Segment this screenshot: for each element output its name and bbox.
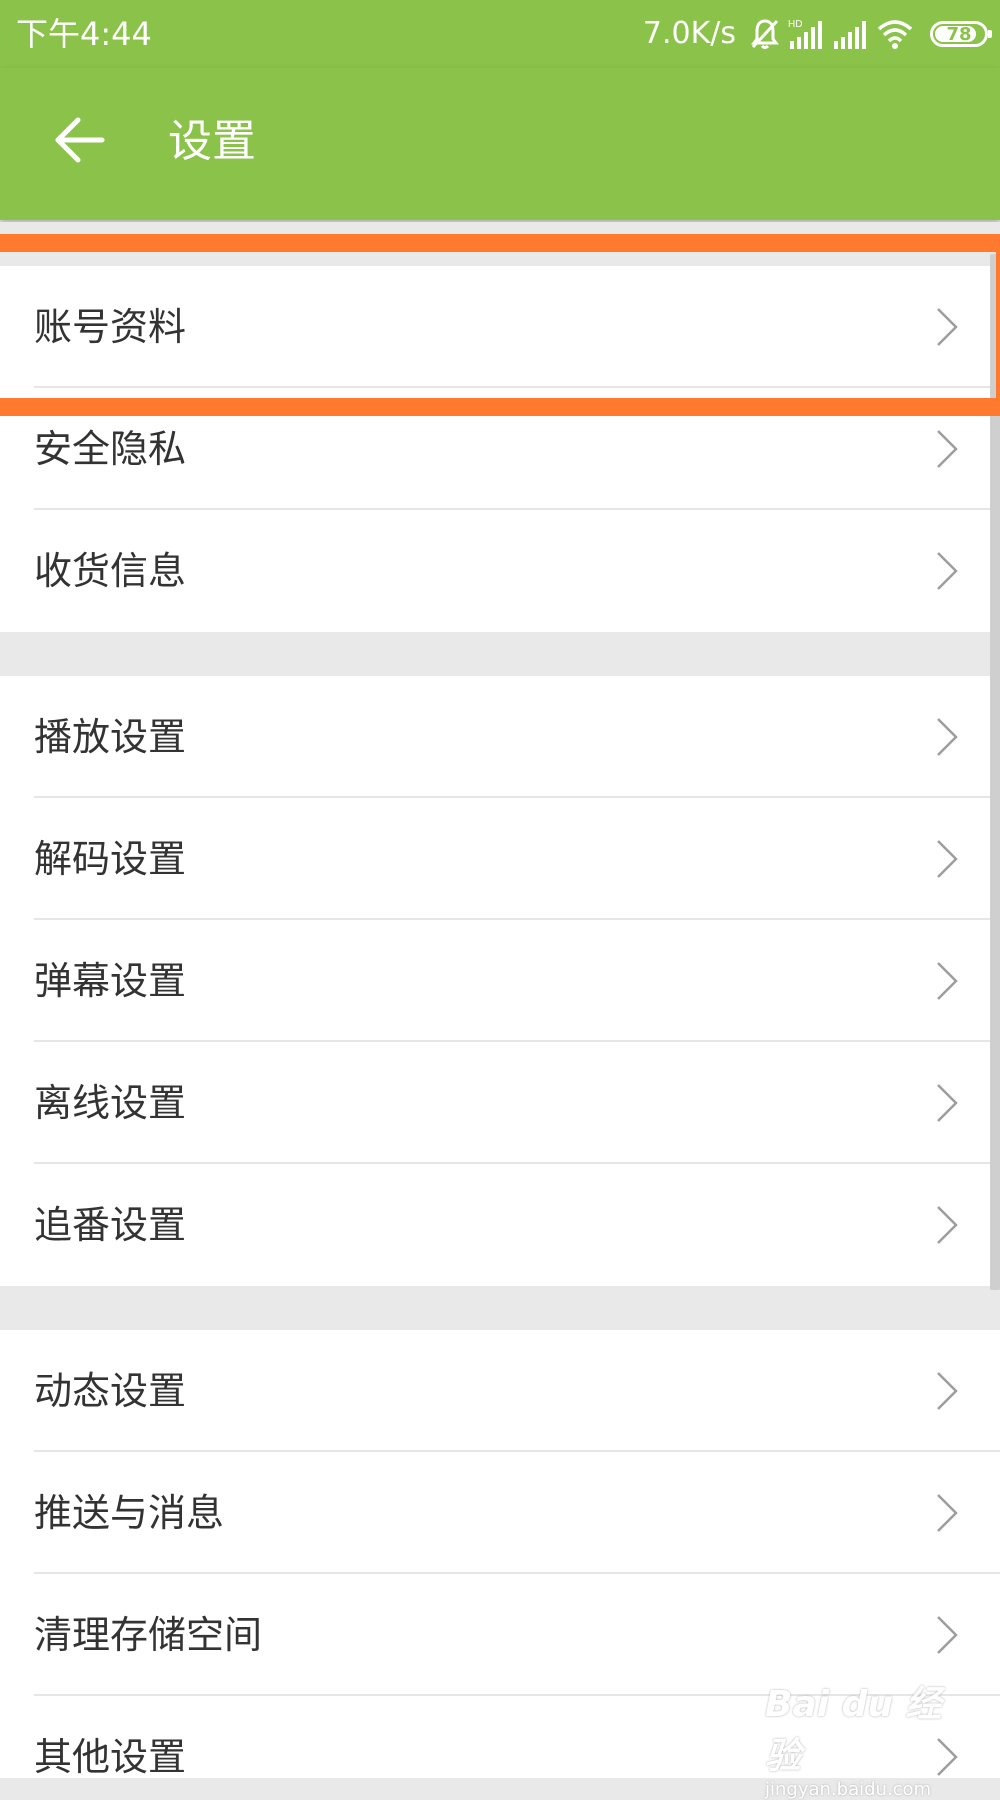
status-bar: 下午4:44 7.0K/s HD 78 (0, 0, 1000, 68)
group-gap (0, 632, 1000, 676)
settings-list[interactable]: 账号资料 安全隐私 收货信息 播放设置 解码设置 弹幕设置 离线设置 追番设置 … (0, 222, 1000, 1778)
list-item-follow-anime-settings[interactable]: 追番设置 (0, 1164, 1000, 1286)
signal-icon (834, 21, 866, 49)
network-speed: 7.0K/s (642, 16, 736, 51)
status-time: 下午4:44 (16, 15, 152, 53)
list-item-label: 播放设置 (34, 715, 187, 759)
chevron-right-icon (937, 308, 958, 346)
chevron-right-icon (937, 962, 958, 1000)
watermark-brand: Bai du 经验 (765, 1684, 942, 1777)
list-item-account-profile[interactable]: 账号资料 (0, 266, 1000, 388)
list-item-playback-settings[interactable]: 播放设置 (0, 676, 1000, 798)
list-item-label: 追番设置 (34, 1203, 187, 1247)
arrow-left-icon[interactable] (52, 112, 108, 168)
chevron-right-icon (937, 718, 958, 756)
page-title: 设置 (168, 116, 256, 167)
wifi-icon (877, 20, 913, 49)
hd-signal-icon: HD (788, 19, 822, 49)
settings-group-playback: 播放设置 解码设置 弹幕设置 离线设置 追番设置 (0, 676, 1000, 1286)
highlight-bar-top (0, 234, 1000, 252)
mute-icon (751, 19, 779, 49)
list-item-decode-settings[interactable]: 解码设置 (0, 798, 1000, 920)
list-item-push-messages[interactable]: 推送与消息 (0, 1452, 1000, 1574)
battery-level: 78 (946, 23, 972, 45)
settings-group-account: 账号资料 安全隐私 收货信息 (0, 266, 1000, 632)
list-item-label: 其他设置 (34, 1735, 187, 1778)
list-item-offline-settings[interactable]: 离线设置 (0, 1042, 1000, 1164)
watermark-url: jingyan.baidu.com (765, 1779, 932, 1800)
app-bar: 设置 (0, 68, 1000, 220)
battery-icon: 78 (930, 21, 992, 47)
watermark: Bai du 经验 jingyan.baidu.com (765, 1675, 965, 1800)
list-item-label: 解码设置 (34, 837, 187, 881)
status-right: 7.0K/s HD 78 (642, 14, 992, 54)
list-item-label: 弹幕设置 (34, 959, 187, 1003)
list-item-label: 清理存储空间 (34, 1613, 263, 1657)
group-gap (0, 1286, 1000, 1330)
list-item-label: 离线设置 (34, 1081, 187, 1125)
chevron-right-icon (937, 1616, 958, 1654)
svg-text:HD: HD (788, 19, 802, 30)
highlight-bar-bottom (0, 398, 1000, 416)
chevron-right-icon (937, 1084, 958, 1122)
chevron-right-icon (937, 430, 958, 468)
chevron-right-icon (937, 840, 958, 878)
list-item-label: 推送与消息 (34, 1491, 225, 1535)
highlight-bar-side (996, 252, 1000, 398)
chevron-right-icon (937, 552, 958, 590)
list-item-label: 动态设置 (34, 1369, 187, 1413)
chevron-right-icon (937, 1494, 958, 1532)
list-item-label: 收货信息 (34, 549, 187, 593)
list-item-label: 账号资料 (34, 305, 187, 349)
list-item-shipping-info[interactable]: 收货信息 (0, 510, 1000, 632)
list-item-danmaku-settings[interactable]: 弹幕设置 (0, 920, 1000, 1042)
list-item-feed-settings[interactable]: 动态设置 (0, 1330, 1000, 1452)
chevron-right-icon (937, 1372, 958, 1410)
chevron-right-icon (937, 1206, 958, 1244)
